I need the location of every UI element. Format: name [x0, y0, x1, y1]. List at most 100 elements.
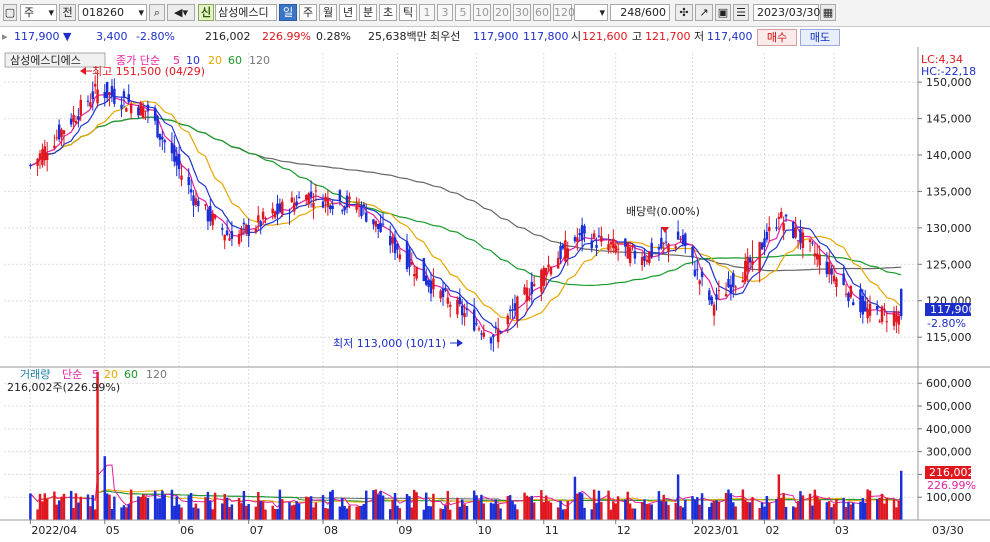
candle-body — [290, 197, 294, 203]
candle-body — [506, 315, 510, 325]
candle-body — [573, 237, 577, 242]
vol-legend-ma20: 20 — [104, 368, 118, 381]
date-field[interactable]: 2023/03/30 — [753, 4, 820, 21]
volume-bar — [242, 490, 246, 520]
current-price: 117,900 ▼ — [14, 30, 71, 44]
volume-bar — [899, 470, 903, 520]
volume-bar — [676, 474, 680, 520]
candle-body — [422, 258, 426, 282]
candle-body — [77, 116, 80, 120]
timeframe-minute[interactable]: 분 — [359, 4, 377, 21]
candle-body — [424, 275, 428, 285]
candle-body — [331, 205, 334, 209]
candle-body — [780, 211, 783, 218]
candle-body — [880, 306, 884, 323]
time-tick-label: 03 — [835, 524, 849, 537]
interval-5[interactable]: 5 — [455, 4, 471, 21]
candle-body — [768, 226, 771, 232]
volume-bar — [818, 500, 821, 520]
candle-body — [542, 267, 545, 286]
candle-body — [355, 206, 358, 210]
volume-bar — [780, 498, 783, 520]
volume-bar — [305, 496, 308, 520]
timeframe-tick[interactable]: 틱 — [399, 4, 417, 21]
window-menu-icon[interactable]: ▢ — [3, 4, 17, 21]
candle-body — [79, 99, 82, 116]
draw-tool-icon[interactable]: ↗ — [695, 4, 713, 21]
candle-body — [645, 259, 649, 262]
candle-body — [204, 204, 207, 206]
stock-name-field[interactable]: 삼성에스디 — [215, 4, 277, 21]
volume-bar — [724, 492, 728, 520]
candle-body — [389, 235, 392, 246]
candle-body — [458, 297, 462, 305]
candle-body — [456, 299, 459, 315]
interval-30[interactable]: 30 — [513, 4, 531, 21]
sell-button[interactable]: 매도 — [800, 29, 840, 46]
count-field[interactable]: 248/600 — [610, 4, 670, 21]
period-prefix[interactable]: 전 — [59, 4, 76, 21]
volume-bar — [345, 508, 349, 520]
calendar-icon[interactable]: ▦ — [820, 4, 836, 21]
volume-bar — [408, 496, 411, 520]
interval-20[interactable]: 20 — [493, 4, 511, 21]
timeframe-week[interactable]: 주 — [299, 4, 317, 21]
candle-body — [614, 245, 617, 253]
buy-button[interactable]: 매수 — [757, 29, 797, 46]
chevron-down-icon: ▾ — [599, 6, 605, 19]
volume-tick-label: 300,000 — [926, 446, 972, 459]
volume-bar — [842, 497, 845, 520]
time-tick-label: 2022/04 — [31, 524, 77, 537]
interval-input[interactable]: ▾ — [574, 4, 608, 21]
volume-ratio: 226.99% — [262, 30, 311, 43]
volume-bar — [223, 493, 226, 520]
volume-bar — [213, 492, 217, 520]
market-select[interactable]: 주 ▾ — [20, 4, 57, 21]
settings-icon[interactable]: ☰ — [733, 4, 749, 21]
time-tick-label: 05 — [106, 524, 120, 537]
timeframe-year[interactable]: 년 — [339, 4, 357, 21]
volume-pane-title: 거래량 — [20, 368, 50, 381]
candle-body — [480, 333, 483, 335]
candle-body — [590, 240, 593, 249]
interval-3[interactable]: 3 — [437, 4, 453, 21]
interval-1[interactable]: 1 — [419, 4, 435, 21]
timeframe-month[interactable]: 월 — [319, 4, 337, 21]
volume-bar — [74, 493, 78, 520]
timeframe-day[interactable]: 일 — [279, 4, 297, 21]
volume-bar — [691, 496, 694, 520]
volume-bar — [312, 507, 315, 520]
crosshair-icon[interactable]: ✣ — [675, 4, 693, 21]
volume-bar — [684, 499, 687, 520]
candle-body — [847, 293, 850, 302]
volume-bar — [177, 504, 181, 520]
candle-body — [600, 235, 603, 242]
credit-badge[interactable]: 신 — [198, 4, 214, 21]
volume-bar — [715, 500, 718, 520]
volume-bar — [782, 493, 785, 520]
open-label: 시 — [571, 30, 582, 43]
search-icon[interactable]: ⌕ — [149, 4, 165, 21]
dividend-annotation: 배당락(0.00%) — [626, 205, 700, 218]
stock-code-field[interactable]: 018260 ▾ — [78, 4, 147, 21]
time-tick-label: 12 — [617, 524, 631, 537]
volume-bar — [72, 508, 75, 520]
candle-body — [744, 261, 747, 282]
interval-120[interactable]: 120 — [553, 4, 575, 21]
volume-bar — [41, 501, 44, 520]
volume-bar — [410, 507, 414, 520]
speaker-icon[interactable]: ◀▾ — [167, 4, 195, 21]
interval-10[interactable]: 10 — [473, 4, 491, 21]
volume-bar — [744, 499, 747, 520]
interval-60[interactable]: 60 — [533, 4, 551, 21]
candle-body — [391, 237, 394, 244]
volume-bar — [530, 495, 533, 520]
candle-body — [213, 214, 217, 219]
candle-body — [875, 306, 879, 310]
candle-body — [801, 232, 805, 248]
save-icon[interactable]: ▣ — [715, 4, 731, 21]
volume-tick-label: 100,000 — [926, 491, 972, 504]
candle-body — [305, 195, 308, 200]
timeframe-second[interactable]: 초 — [379, 4, 397, 21]
candle-body — [544, 267, 548, 276]
